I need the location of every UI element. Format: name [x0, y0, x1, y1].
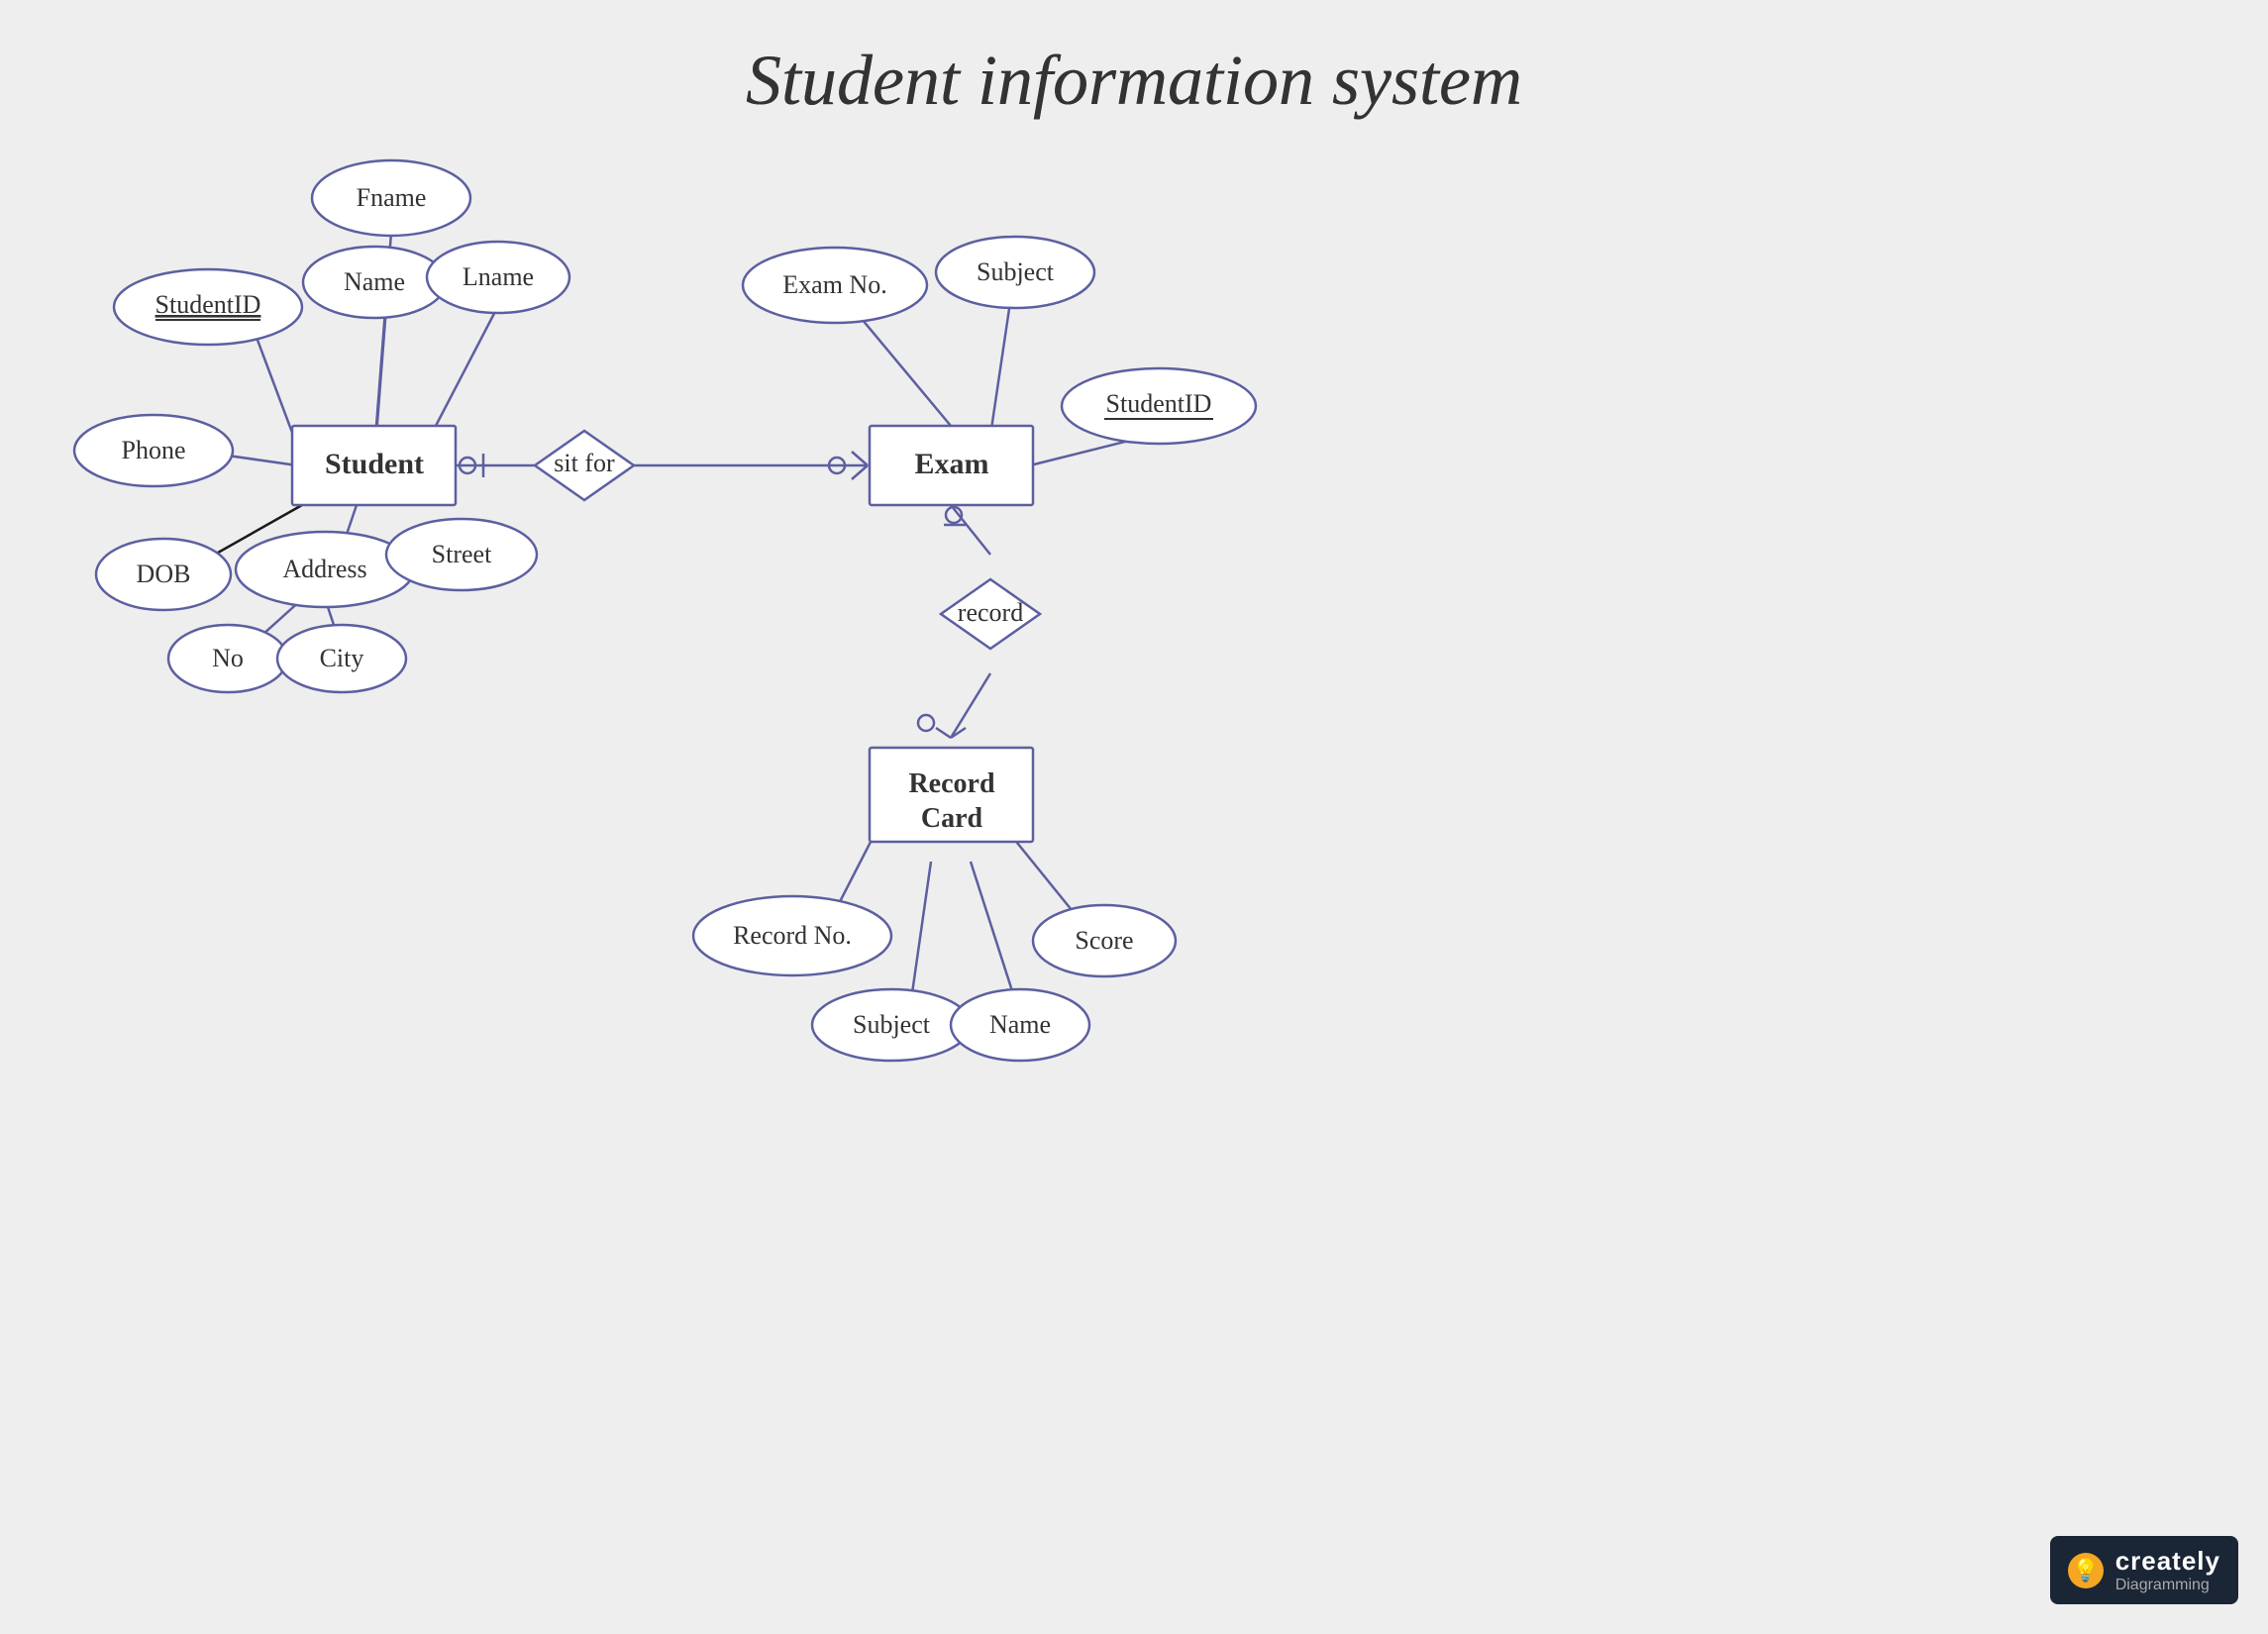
svg-text:Subject: Subject — [853, 1010, 931, 1039]
svg-text:Subject: Subject — [977, 257, 1055, 286]
svg-text:StudentID: StudentID — [155, 290, 261, 319]
svg-text:StudentID: StudentID — [1106, 389, 1212, 418]
svg-text:Score: Score — [1075, 926, 1133, 955]
svg-text:Address: Address — [282, 555, 366, 583]
bulb-icon: 💡 — [2068, 1553, 2104, 1588]
svg-text:sit for: sit for — [554, 449, 615, 477]
svg-text:Student: Student — [325, 448, 424, 480]
svg-text:Card: Card — [921, 803, 983, 834]
badge-sub: Diagramming — [2115, 1577, 2220, 1594]
svg-text:Lname: Lname — [463, 262, 534, 291]
svg-text:No: No — [212, 644, 244, 672]
svg-text:Name: Name — [344, 267, 405, 296]
svg-text:record: record — [958, 598, 1023, 627]
svg-text:Record No.: Record No. — [733, 921, 852, 950]
badge-text: creately Diagramming — [2115, 1546, 2220, 1594]
svg-text:DOB: DOB — [137, 560, 191, 588]
svg-text:Street: Street — [432, 540, 492, 568]
svg-text:Phone: Phone — [122, 436, 186, 464]
svg-text:Fname: Fname — [357, 183, 427, 212]
svg-text:Exam No.: Exam No. — [782, 270, 886, 299]
badge-main: creately — [2115, 1546, 2220, 1577]
svg-text:Name: Name — [989, 1010, 1051, 1039]
svg-text:Record: Record — [908, 768, 995, 799]
svg-text:Exam: Exam — [915, 448, 989, 480]
er-diagram: Student Exam Record Card sit for record … — [0, 0, 2268, 1634]
svg-text:City: City — [320, 644, 364, 672]
page-title: Student information system — [0, 40, 2268, 122]
creately-badge: 💡 creately Diagramming — [2050, 1536, 2238, 1604]
